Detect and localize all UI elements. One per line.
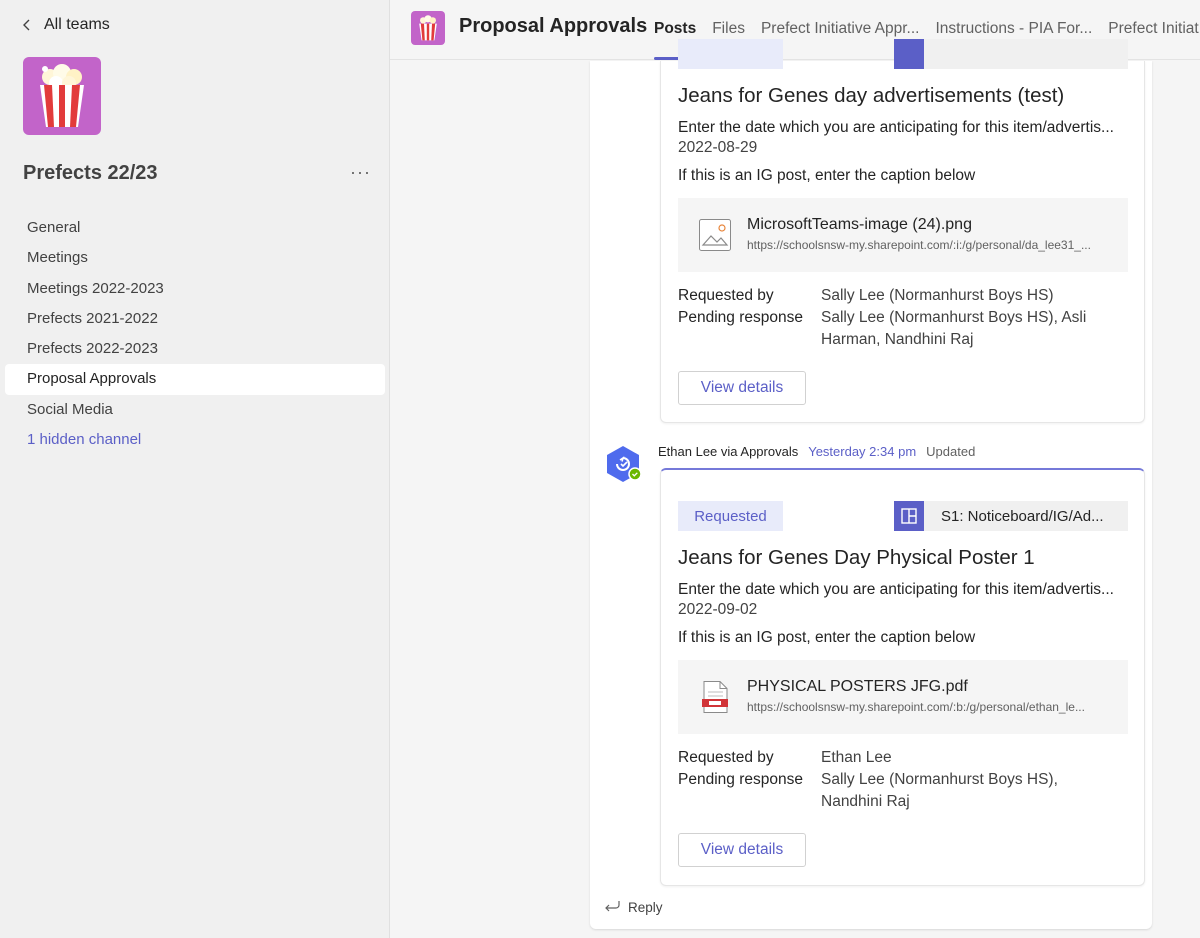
view-details-button[interactable]: View details (678, 833, 806, 867)
all-teams-link[interactable]: All teams (22, 16, 110, 34)
status-badge: Requested (678, 501, 783, 531)
channel-list: General Meetings Meetings 2022-2023 Pref… (5, 213, 385, 455)
flow-box[interactable]: S1: Noticeboard/IG/Ad... (894, 501, 1128, 531)
pending-response-value: Sally Lee (Normanhurst Boys HS), Nandhin… (821, 771, 1058, 810)
reply-label: Reply (628, 900, 663, 915)
chevron-left-icon (22, 16, 32, 34)
approval-card: Requested S1: Noticeboard/IG/Ad... Jeans… (660, 468, 1145, 886)
attachment-name: PHYSICAL POSTERS JFG.pdf (747, 678, 968, 695)
approval-card: Jeans for Genes day advertisements (test… (660, 39, 1145, 423)
all-teams-label: All teams (44, 16, 110, 33)
channel-title: Proposal Approvals (459, 15, 648, 37)
attachment-name: MicrosoftTeams-image (24).png (747, 216, 972, 233)
requested-by-label: Requested by (678, 749, 774, 766)
date-value: 2022-08-29 (678, 139, 758, 156)
approval-title: Jeans for Genes day advertisements (test… (678, 84, 1065, 107)
approval-title: Jeans for Genes Day Physical Poster 1 (678, 546, 1035, 569)
message-meta: Ethan Lee via Approvals Yesterday 2:34 p… (658, 444, 975, 459)
caption-question: If this is an IG post, enter the caption… (678, 629, 976, 646)
pdf-file-icon (698, 680, 732, 714)
requested-by-value: Sally Lee (Normanhurst Boys HS) (821, 287, 1054, 304)
caption-question: If this is an IG post, enter the caption… (678, 167, 976, 184)
message-author: Ethan Lee via Approvals (658, 444, 799, 459)
reply-arrow-icon (604, 900, 620, 915)
channel-social-media[interactable]: Social Media (5, 395, 385, 425)
attachment-url: https://schoolsnsw-my.sharepoint.com/:b:… (747, 700, 1085, 714)
team-logo-popcorn-icon (23, 57, 101, 135)
pending-response-label: Pending response (678, 771, 803, 788)
team-name: Prefects 22/23 (23, 162, 158, 184)
attachment[interactable]: MicrosoftTeams-image (24).png https://sc… (678, 198, 1128, 272)
channel-meetings[interactable]: Meetings (5, 243, 385, 273)
channel-prefects-2022-2023[interactable]: Prefects 2022-2023 (5, 334, 385, 364)
channel-general[interactable]: General (5, 213, 385, 243)
channel-prefects-2021-2022[interactable]: Prefects 2021-2022 (5, 304, 385, 334)
image-file-icon (698, 218, 732, 252)
board-icon (894, 501, 924, 531)
status-badge (678, 39, 783, 69)
updated-label: Updated (926, 444, 976, 459)
hidden-channels-link[interactable]: 1 hidden channel (5, 425, 385, 455)
view-details-button[interactable]: View details (678, 371, 806, 405)
requested-by-value: Ethan Lee (821, 749, 892, 766)
channel-sidebar: All teams Prefects 22/23 ··· General Mee… (0, 0, 390, 938)
pending-response-label: Pending response (678, 309, 803, 326)
flow-label: S1: Noticeboard/IG/Ad... (941, 507, 1104, 525)
channel-logo-popcorn-icon (411, 11, 445, 45)
message-timestamp[interactable]: Yesterday 2:34 pm (808, 444, 916, 459)
board-icon (894, 39, 924, 69)
attachment-url: https://schoolsnsw-my.sharepoint.com/:i:… (747, 238, 1091, 252)
flow-box[interactable] (894, 39, 1128, 69)
pending-response-value: Sally Lee (Normanhurst Boys HS), Asli Ha… (821, 309, 1087, 348)
date-question: Enter the date which you are anticipatin… (678, 581, 1114, 598)
team-more-options-icon[interactable]: ··· (350, 162, 371, 183)
channel-proposal-approvals[interactable]: Proposal Approvals (5, 364, 385, 395)
channel-meetings-2022-2023[interactable]: Meetings 2022-2023 (5, 274, 385, 304)
reply-button[interactable]: Reply (604, 900, 663, 915)
approvals-app-icon[interactable] (604, 445, 642, 483)
requested-by-label: Requested by (678, 287, 774, 304)
date-value: 2022-09-02 (678, 601, 758, 618)
date-question: Enter the date which you are anticipatin… (678, 119, 1114, 136)
attachment[interactable]: PHYSICAL POSTERS JFG.pdf https://schools… (678, 660, 1128, 734)
